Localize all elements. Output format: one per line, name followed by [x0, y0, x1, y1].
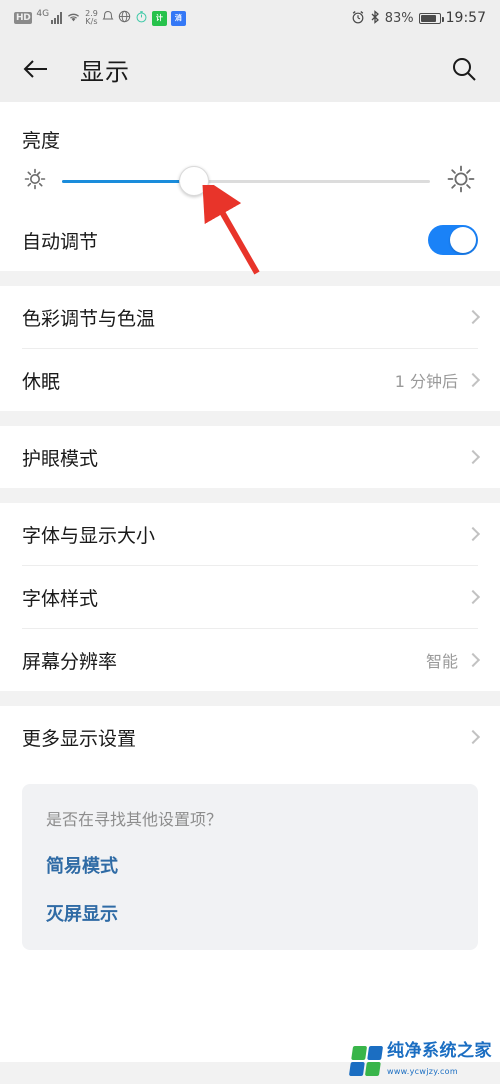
bluetooth-icon: [370, 9, 380, 27]
status-bar: HD 4G 2.9 K/s 计 消 83% 19:57: [0, 0, 500, 36]
sun-high-icon: [444, 162, 478, 200]
row-right: [458, 526, 481, 542]
row-right: 智能: [425, 648, 481, 672]
search-icon[interactable]: [450, 55, 478, 83]
back-arrow-icon[interactable]: [22, 57, 50, 81]
row-screen-resolution[interactable]: 屏幕分辨率 智能: [0, 629, 500, 691]
brightness-label: 亮度: [22, 130, 61, 152]
suggestion-card: 是否在寻找其他设置项？ 简易模式 灭屏显示: [22, 784, 478, 950]
suggestion-wrapper: 是否在寻找其他设置项？ 简易模式 灭屏显示: [0, 768, 500, 972]
brightness-slider-thumb[interactable]: [179, 166, 210, 196]
settings-group-1: 色彩调节与色温 休眠 1 分钟后: [0, 286, 500, 411]
row-label: 字体样式: [22, 587, 99, 610]
wifi-icon: [66, 11, 81, 26]
alarm-clock-icon: [351, 10, 365, 27]
section-gap: [0, 691, 500, 706]
row-color-temperature[interactable]: 色彩调节与色温: [0, 286, 500, 348]
bell-silent-icon: [102, 10, 114, 26]
data-rate-unit: K/s: [85, 17, 98, 26]
auto-brightness-label: 自动调节: [22, 230, 99, 253]
chevron-right-icon: [465, 449, 481, 465]
chevron-right-icon: [465, 372, 481, 388]
brightness-slider[interactable]: [62, 166, 430, 196]
chevron-right-icon: [465, 309, 481, 325]
clock-label: 19:57: [445, 10, 486, 26]
section-gap: [0, 488, 500, 503]
row-font-style[interactable]: 字体样式: [0, 566, 500, 628]
settings-content: 亮度 自动调节 色彩调节与色温 休眠 1 分钟后 护眼模式 字体与显示大小 字体…: [0, 102, 500, 1062]
row-right: 1 分钟后: [394, 368, 481, 392]
bottom-spacer: [0, 972, 500, 1062]
status-bar-left: HD 4G 2.9 K/s 计 消: [14, 9, 186, 26]
chevron-right-icon: [465, 652, 481, 668]
section-gap: [0, 271, 500, 286]
battery-icon: [418, 12, 444, 24]
data-rate-indicator: 2.9 K/s: [85, 10, 98, 26]
auto-brightness-toggle[interactable]: [428, 225, 478, 255]
row-eye-comfort[interactable]: 护眼模式: [0, 426, 500, 488]
row-sleep[interactable]: 休眠 1 分钟后: [0, 349, 500, 411]
row-font-display-size[interactable]: 字体与显示大小: [0, 503, 500, 565]
settings-group-2: 护眼模式: [0, 426, 500, 488]
row-value: 智能: [425, 652, 458, 671]
brightness-slider-fill: [62, 179, 195, 183]
hd-call-icon: HD: [14, 12, 33, 24]
globe-icon: [118, 10, 131, 26]
brightness-section: 亮度 自动调节: [0, 102, 500, 271]
row-label: 字体与显示大小: [22, 524, 156, 547]
auto-brightness-row[interactable]: 自动调节: [22, 209, 478, 271]
row-label: 休眠: [22, 370, 61, 393]
settings-group-4: 更多显示设置 是否在寻找其他设置项？ 简易模式 灭屏显示: [0, 706, 500, 972]
row-label: 护眼模式: [22, 447, 99, 470]
row-right: [458, 309, 481, 325]
battery-percent-label: 83%: [384, 10, 414, 26]
brightness-slider-row: [22, 153, 478, 209]
network-type-label: 4G: [36, 9, 50, 19]
row-right: [458, 729, 481, 745]
sun-low-icon: [22, 166, 48, 196]
suggestion-link-always-on-display[interactable]: 灭屏显示: [46, 900, 454, 926]
chevron-right-icon: [465, 589, 481, 605]
settings-group-3: 字体与显示大小 字体样式 屏幕分辨率 智能: [0, 503, 500, 691]
status-bar-right: 83% 19:57: [351, 9, 486, 27]
app-badge-blue-icon: 消: [170, 10, 186, 26]
row-label: 色彩调节与色温: [22, 307, 156, 330]
signal-bars-icon: [51, 12, 63, 24]
page-title: 显示: [80, 57, 130, 86]
watermark-site-url: www.ycwjzy.com: [387, 1067, 458, 1077]
row-more-display-settings[interactable]: 更多显示设置: [0, 706, 500, 768]
row-label: 更多显示设置: [22, 727, 137, 750]
stopwatch-icon: [135, 10, 148, 26]
row-right: [458, 589, 481, 605]
phone-screen: HD 4G 2.9 K/s 计 消 83% 19:57 显示 亮度 自动调节 色…: [0, 0, 500, 1084]
chevron-right-icon: [465, 729, 481, 745]
app-bar: 显示: [0, 36, 500, 102]
suggestion-question: 是否在寻找其他设置项？: [46, 810, 223, 829]
section-gap: [0, 411, 500, 426]
app-badge-green-icon: 计: [151, 10, 167, 26]
row-label: 屏幕分辨率: [22, 650, 118, 673]
suggestion-link-simple-mode[interactable]: 简易模式: [46, 852, 454, 878]
auto-brightness-right: [428, 225, 478, 255]
chevron-right-icon: [465, 526, 481, 542]
row-value: 1 分钟后: [394, 372, 458, 391]
row-right: [458, 449, 481, 465]
